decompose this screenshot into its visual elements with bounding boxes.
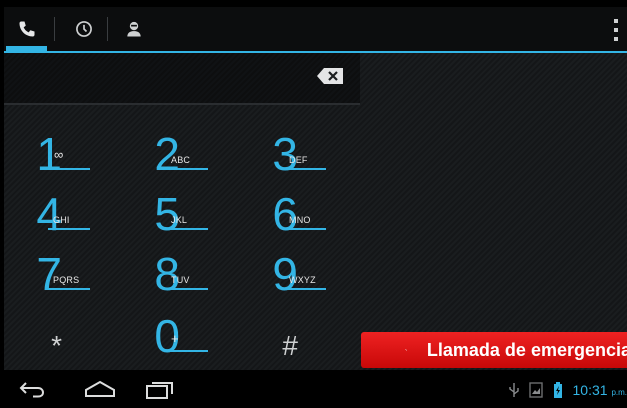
dialer-screen: 1 ∞ 2 ABC 3 DEF 4 GHI 5 JKL 6 MNO 7 PQRS… (4, 7, 627, 408)
phone-icon (19, 21, 34, 37)
key-6[interactable]: 6 MNO (240, 187, 358, 247)
key-underline (48, 288, 90, 290)
key-letters: JKL (171, 215, 188, 225)
tab-bar (4, 7, 627, 53)
key-letters: GHI (53, 215, 70, 225)
key-letters: WXYZ (289, 275, 316, 285)
key-9[interactable]: 9 WXYZ (240, 247, 358, 307)
key-letters: + (171, 331, 179, 346)
key-hash[interactable]: # (240, 309, 358, 369)
home-icon (85, 380, 115, 397)
key-digit: 4 (36, 188, 62, 240)
back-button[interactable] (14, 370, 50, 408)
key-underline (284, 228, 326, 230)
key-digit: 3 (272, 128, 298, 180)
recent-apps-button[interactable] (140, 370, 180, 408)
key-0[interactable]: 0 + (122, 309, 240, 369)
key-digit: 2 (154, 128, 180, 180)
key-underline (48, 168, 90, 170)
key-letters: MNO (289, 215, 311, 225)
key-digit: 6 (272, 188, 298, 240)
usb-icon (508, 383, 519, 397)
key-7[interactable]: 7 PQRS (4, 247, 122, 307)
key-star[interactable]: * (4, 309, 122, 369)
emergency-call-label: Llamada de emergencia (426, 339, 627, 360)
key-underline (166, 228, 208, 230)
key-underline (48, 228, 90, 230)
recent-apps-icon (146, 382, 173, 399)
key-letters: ABC (171, 155, 191, 165)
tab-phone[interactable] (4, 7, 49, 51)
tab-separator (107, 17, 108, 41)
emergency-call-button[interactable]: Llamada de emergencia (361, 332, 627, 368)
system-bar: 10:31 p.m. (4, 370, 627, 408)
backspace-button[interactable] (316, 67, 344, 85)
key-digit: 8 (154, 248, 180, 300)
backspace-icon (317, 68, 343, 84)
battery-icon (553, 382, 562, 398)
tab-contacts[interactable] (111, 7, 157, 51)
key-4[interactable]: 4 GHI (4, 187, 122, 247)
key-letters: DEF (289, 155, 308, 165)
key-3[interactable]: 3 DEF (240, 127, 358, 187)
tab-recent[interactable] (59, 7, 109, 51)
phone-handset-icon (405, 349, 407, 351)
person-icon (127, 21, 141, 37)
key-digit: * (51, 330, 62, 361)
digits-field[interactable] (4, 53, 360, 105)
clock: 10:31 p.m. (573, 382, 627, 398)
key-2[interactable]: 2 ABC (122, 127, 240, 187)
key-underline (284, 168, 326, 170)
tab-separator (54, 17, 55, 41)
clock-ampm: p.m. (611, 388, 627, 397)
key-digit: # (282, 330, 298, 361)
key-underline (284, 288, 326, 290)
status-area: 10:31 p.m. (508, 380, 627, 400)
home-button[interactable] (80, 370, 120, 408)
key-8[interactable]: 8 TUV (122, 247, 240, 307)
voicemail-icon: ∞ (54, 147, 64, 162)
key-5[interactable]: 5 JKL (122, 187, 240, 247)
key-letters: TUV (171, 275, 190, 285)
key-digit: 5 (154, 188, 180, 240)
clock-time: 10:31 (572, 382, 608, 398)
key-digit: 9 (272, 248, 298, 300)
back-icon (19, 382, 45, 398)
key-1[interactable]: 1 ∞ (4, 127, 122, 187)
key-digit: 7 (36, 248, 62, 300)
key-underline (166, 168, 208, 170)
clock-icon (76, 21, 92, 37)
gallery-notification-icon (528, 382, 543, 398)
overflow-menu-icon[interactable] (609, 19, 623, 41)
key-underline (166, 350, 208, 352)
key-letters: PQRS (53, 275, 80, 285)
key-underline (166, 288, 208, 290)
